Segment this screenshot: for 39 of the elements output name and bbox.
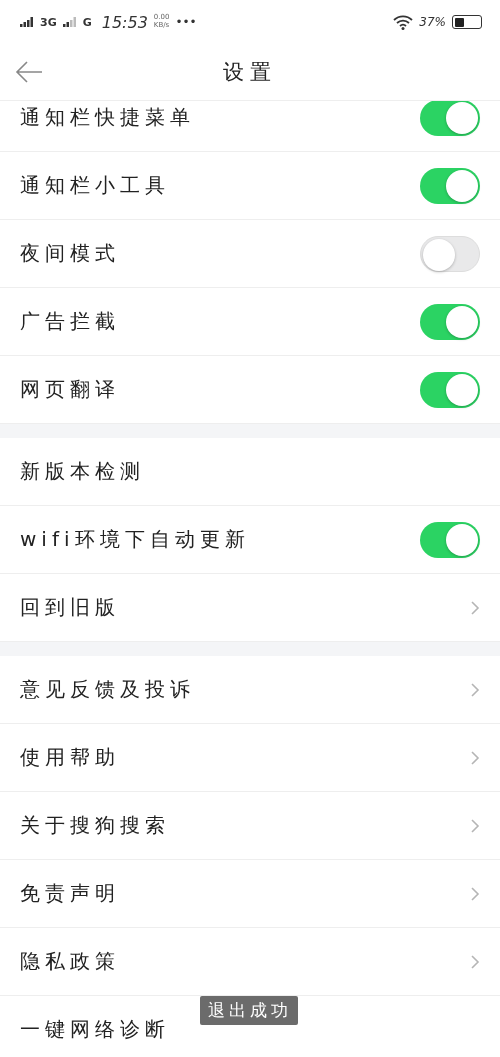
- chevron-icon: [470, 953, 480, 970]
- signal-icon: [62, 17, 77, 27]
- toggle-switch[interactable]: [420, 303, 480, 340]
- setting-label: 使用帮助: [20, 744, 121, 771]
- chevron-icon: [470, 817, 480, 834]
- battery-icon: [452, 15, 482, 29]
- setting-label: 夜间模式: [20, 240, 121, 267]
- more-indicator: •••: [175, 16, 197, 28]
- setting-label: 网页翻译: [20, 376, 121, 403]
- setting-label: 回到旧版: [20, 594, 121, 621]
- settings-row[interactable]: 通知栏快捷菜单: [0, 101, 500, 152]
- setting-label: 免责声明: [20, 880, 121, 907]
- network-label: 3G: [40, 16, 57, 28]
- toast-message: 退出成功: [200, 996, 298, 1025]
- setting-label: wifi环境下自动更新: [20, 526, 251, 553]
- chevron-icon: [470, 885, 480, 902]
- setting-label: 通知栏小工具: [20, 172, 171, 199]
- chevron-icon: [470, 749, 480, 766]
- toggle-switch[interactable]: [420, 101, 480, 136]
- toggle-switch[interactable]: [420, 167, 480, 204]
- setting-label: 新版本检测: [20, 458, 146, 485]
- clock: 15:53: [101, 12, 148, 32]
- toggle-switch[interactable]: [420, 235, 480, 272]
- setting-label: 一键网络诊断: [20, 1016, 171, 1043]
- setting-label: 通知栏快捷菜单: [20, 104, 196, 131]
- network-label: G: [82, 16, 92, 28]
- setting-label: 关于搜狗搜索: [20, 812, 171, 839]
- signal-icon: [20, 17, 34, 27]
- setting-label: 隐私政策: [20, 948, 121, 975]
- toggle-switch[interactable]: [420, 521, 480, 558]
- chevron-icon: [470, 681, 480, 698]
- toggle-switch[interactable]: [420, 371, 480, 408]
- back-arrow-icon: [15, 61, 43, 83]
- battery-percent: 37%: [419, 16, 446, 28]
- wifi-icon: [393, 14, 414, 30]
- chevron-icon: [470, 599, 480, 616]
- setting-label: 意见反馈及投诉: [20, 676, 196, 703]
- setting-label: 广告拦截: [20, 308, 121, 335]
- page-title: 设置: [223, 59, 277, 86]
